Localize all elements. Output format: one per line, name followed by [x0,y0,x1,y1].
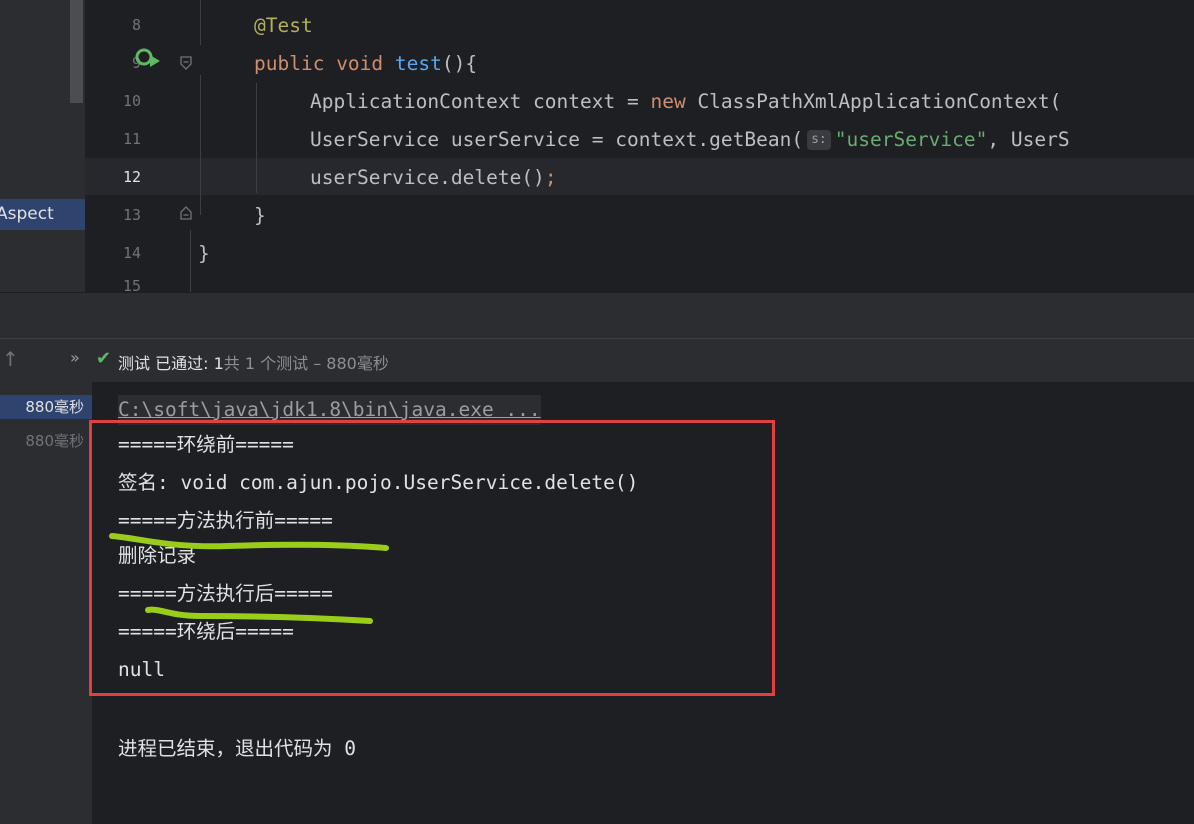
double-chevron-right-icon[interactable]: » [70,348,80,367]
indent-guide [190,230,191,292]
code-line-11[interactable]: UserService userService = context.getBea… [310,121,1070,158]
line-number-current: 12 [122,168,141,186]
line-number: 14 [122,244,141,262]
line-number: 11 [122,130,141,148]
line-number: 15 [122,277,141,292]
tool-window-header [0,292,1194,339]
line-number: 10 [122,92,141,110]
project-panel-scrollbar[interactable] [70,0,83,103]
indent-guide [200,0,201,45]
annotation-underline-marker [145,606,373,624]
code-line-8[interactable]: @Test [254,7,313,44]
code-editor[interactable]: Aspect 8 9 10 11 12 13 14 15 @Test publi… [0,0,1194,292]
annotation-highlight-box [89,420,775,696]
test-results-tree: 880毫秒 880毫秒 [0,382,92,824]
exit-message: 进程已结束，退出代码为 0 [118,737,356,760]
code-line-12[interactable]: userService.delete(); [310,159,557,196]
parameter-hint: s: [807,130,831,150]
code-line-13[interactable]: } [254,197,266,234]
code-line-14[interactable]: } [198,235,210,272]
line-number: 13 [122,206,141,224]
run-test-gutter-icon[interactable] [134,46,162,70]
up-arrow-icon[interactable]: ↑ [2,347,19,371]
test-tree-item[interactable]: 880毫秒 [0,395,92,419]
fold-end-marker-icon[interactable] [180,206,192,220]
line-number: 8 [131,16,141,34]
current-line-highlight [85,158,1194,195]
test-tree-item[interactable]: 880毫秒 [0,429,92,453]
run-toolbar: ↑ » ✔ 测试 已通过: 1共 1 个测试 – 880毫秒 [0,338,1194,383]
project-tree-item-aspect[interactable]: Aspect [0,199,85,230]
test-status: 测试 已通过: 1共 1 个测试 – 880毫秒 [118,354,389,373]
annotation-underline-marker [109,533,389,551]
check-icon: ✔ [96,348,112,369]
code-line-10[interactable]: ApplicationContext context = new ClassPa… [310,83,1061,120]
indent-guide [256,83,257,193]
code-line-9[interactable]: public void test(){ [254,45,477,82]
indent-guide [200,75,201,215]
fold-marker-icon[interactable] [180,56,192,70]
